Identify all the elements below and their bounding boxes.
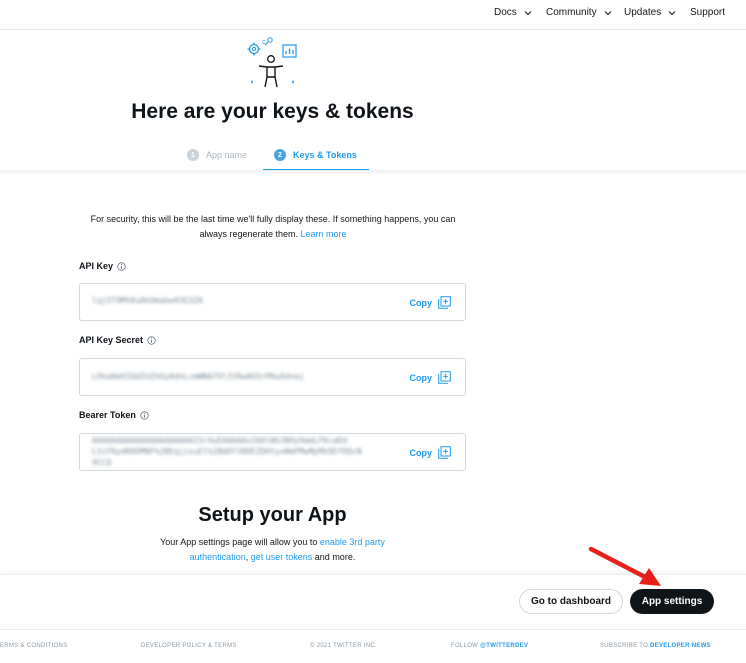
setup-desc-prefix: Your App settings page will allow you to <box>160 537 318 547</box>
api-secret-field: LOkaAmVIQdIUZhUyAdnLcmWNA7Vl31RwAO3rPKwX… <box>79 358 466 396</box>
bearer-token-line2: LSiFKp4N9DMNF%2BEqjzsuEl%2BmDY1N9EZDHtyo… <box>92 447 362 456</box>
api-secret-label-text: API Key Secret <box>79 335 144 345</box>
bearer-token-label: Bearer Token <box>79 410 149 420</box>
learn-more-link[interactable]: Learn more <box>301 229 347 239</box>
bearer-token-copy-button[interactable]: Copy <box>410 446 452 459</box>
developer-person-gear-chart-icon: c <box>247 37 297 88</box>
copy-label: Copy <box>409 297 433 308</box>
info-circle-icon[interactable] <box>147 335 156 345</box>
steps-nav: 1 App name 2 Keys & Tokens <box>0 145 746 171</box>
nav-docs-label: Docs <box>494 7 517 18</box>
nav-docs[interactable]: Docs <box>494 7 533 18</box>
step-app-name[interactable]: 1 App name <box>187 149 247 161</box>
info-circle-icon[interactable] <box>117 261 126 271</box>
setup-desc-suffix: and more. <box>314 552 356 562</box>
copy-plus-icon <box>438 371 451 384</box>
step-keys-tokens[interactable]: 2 Keys & Tokens <box>274 149 357 161</box>
app-settings-button[interactable]: App settings <box>630 589 714 614</box>
security-notice-text: For security, this will be the last time… <box>90 214 456 239</box>
footer-follow[interactable]: FOLLOW @TWITTERDEV <box>451 643 528 649</box>
nav-support[interactable]: Support <box>690 7 725 18</box>
footer: ERMS & CONDITIONS DEVELOPER POLICY & TER… <box>0 629 746 663</box>
api-key-value: lqjST9Mh0uAkOmabw93G3ZA <box>92 296 203 305</box>
nav-updates-label: Updates <box>624 7 662 18</box>
nav-support-label: Support <box>690 7 726 18</box>
api-key-field: lqjST9Mh0uAkOmabw93G3ZA Copy <box>79 283 466 321</box>
get-user-tokens-link[interactable]: get user tokens <box>251 552 313 562</box>
footer-subscribe-prefix: SUBSCRIBE TO <box>600 643 649 649</box>
copy-plus-icon <box>438 446 451 459</box>
steps-divider <box>0 170 746 176</box>
copy-plus-icon <box>438 296 451 309</box>
setup-description: Your App settings page will allow you to… <box>150 535 395 565</box>
bearer-token-line1: AAAAAAAAAAAAAAAAAAAAAI5rXwEAAAAAoIA0lWUJ… <box>92 436 348 445</box>
step-number: 2 <box>274 149 286 161</box>
nav-community-label: Community <box>546 7 597 18</box>
page-title: Here are your keys & tokens <box>131 100 414 123</box>
api-secret-label: API Key Secret <box>79 335 156 345</box>
step-label: Keys & Tokens <box>293 150 357 160</box>
chevron-down-icon <box>668 10 676 15</box>
nav-community[interactable]: Community <box>546 7 613 18</box>
footer-follow-prefix: FOLLOW <box>451 643 479 649</box>
step-label: App name <box>206 150 248 160</box>
bearer-token-label-text: Bearer Token <box>79 410 136 420</box>
api-key-label: API Key <box>79 261 126 271</box>
api-key-copy-button[interactable]: Copy <box>410 296 452 309</box>
chevron-down-icon <box>604 10 611 15</box>
api-secret-value: LOkaAmVIQdIUZhUyAdnLcmWNA7Vl31RwAO3rPKwX… <box>92 372 304 381</box>
top-nav: Docs Community Updates Support <box>0 0 746 30</box>
step-number: 1 <box>187 149 199 161</box>
setup-desc-separator: , <box>245 552 249 562</box>
copy-label: Copy <box>409 447 433 458</box>
nav-updates[interactable]: Updates <box>624 7 677 18</box>
api-key-label-text: API Key <box>79 261 114 271</box>
red-arrow-icon <box>588 546 661 586</box>
copy-label: Copy <box>409 372 433 383</box>
footer-subscribe-link: DEVELOPER NEWS <box>650 643 711 649</box>
api-secret-copy-button[interactable]: Copy <box>410 371 452 384</box>
security-notice: For security, this will be the last time… <box>79 212 467 242</box>
go-to-dashboard-button[interactable]: Go to dashboard <box>519 589 623 614</box>
setup-title: Setup your App <box>198 504 347 526</box>
bearer-token-line3: 9CCQ <box>92 458 112 467</box>
footer-copyright: © 2021 TWITTER INC. <box>310 643 378 649</box>
footer-terms-link[interactable]: ERMS & CONDITIONS <box>0 643 67 649</box>
bearer-token-field: AAAAAAAAAAAAAAAAAAAAAI5rXwEAAAAAoIA0lWUJ… <box>79 433 466 471</box>
footer-policy-link[interactable]: DEVELOPER POLICY & TERMS <box>141 643 237 649</box>
info-circle-icon[interactable] <box>140 410 149 420</box>
chevron-down-icon <box>524 10 532 15</box>
footer-subscribe[interactable]: SUBSCRIBE TO DEVELOPER NEWS <box>600 643 711 649</box>
footer-follow-handle: @TWITTERDEV <box>480 643 529 649</box>
